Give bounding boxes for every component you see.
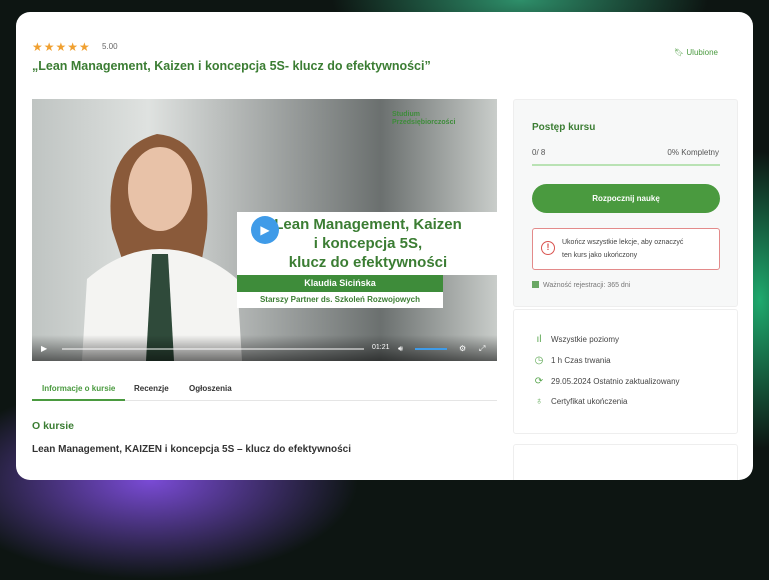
progress-bar xyxy=(532,164,720,166)
extra-panel xyxy=(513,444,738,480)
play-button[interactable]: ▶ xyxy=(251,216,279,244)
play-icon[interactable]: ▶ xyxy=(41,344,47,353)
clock-icon: ◷ xyxy=(534,355,544,366)
video-controls: ▶ 01:21 🔊︎ ⚙ ⤢ xyxy=(32,335,497,361)
tab-course-info[interactable]: Informacje o kursie xyxy=(32,384,126,401)
presenter-image xyxy=(82,134,242,361)
settings-icon[interactable]: ⚙ xyxy=(459,344,466,353)
registration-validity: Ważność rejestracji: 365 dni xyxy=(532,281,630,289)
progress-panel: Postęp kursu 0/ 8 0% Kompletny Rozpoczni… xyxy=(513,99,738,307)
meta-certificate: ♁ Certyfikat ukończenia xyxy=(532,396,627,407)
about-text: Lean Management, KAIZEN i koncepcja 5S –… xyxy=(32,444,351,455)
video-time: 01:21 xyxy=(372,344,390,351)
completion-warning: ! Ukończ wszystkie lekcje, aby oznaczyć t… xyxy=(532,228,720,270)
course-card: ★★★★★ 5.00 „Lean Management, Kaizen i ko… xyxy=(16,12,753,480)
rating-value: 5.00 xyxy=(102,42,118,51)
bookmark-icon: 🔖︎ xyxy=(674,48,687,57)
about-heading: O kursie xyxy=(32,420,75,432)
meta-level: ıl Wszystkie poziomy xyxy=(532,334,620,345)
meta-updated: ⟳ 29.05.2024 Ostatnio zaktualizowany xyxy=(532,376,680,387)
presenter-name: Klaudia Sicińska xyxy=(237,275,443,292)
video-player[interactable]: Studium Przedsiębiorczości Lean Managemen… xyxy=(32,99,497,361)
course-tabs: Informacje o kursie Recenzje Ogłoszenia xyxy=(32,380,497,401)
tab-reviews[interactable]: Recenzje xyxy=(134,384,169,393)
course-meta-panel: ıl Wszystkie poziomy ◷ 1 h Czas trwania ⟳ 2… xyxy=(513,309,738,434)
meta-duration: ◷ 1 h Czas trwania xyxy=(532,355,611,366)
rating-stars: ★★★★★ xyxy=(32,40,91,54)
tab-announcements[interactable]: Ogłoszenia xyxy=(189,384,232,393)
volume-icon[interactable]: 🔊︎ xyxy=(398,344,403,354)
favorite-button[interactable]: 🔖︎ Ulubione xyxy=(674,48,718,57)
refresh-icon: ⟳ xyxy=(534,376,544,387)
presenter-role: Starszy Partner ds. Szkoleń Rozwojowych xyxy=(237,292,443,308)
certificate-icon: ♁ xyxy=(535,396,543,407)
alert-icon: ! xyxy=(541,241,555,255)
lesson-count: 0/ 8 xyxy=(532,148,546,157)
video-logo: Studium Przedsiębiorczości xyxy=(392,111,456,126)
seek-bar[interactable] xyxy=(62,348,364,350)
course-title: „Lean Management, Kaizen i koncepcja 5S-… xyxy=(32,59,431,73)
volume-slider[interactable] xyxy=(415,348,447,350)
calendar-icon xyxy=(532,281,539,288)
start-learning-button[interactable]: Rozpocznij naukę xyxy=(532,184,720,213)
bar-chart-icon: ıl xyxy=(536,334,542,345)
progress-heading: Postęp kursu xyxy=(532,122,596,133)
fullscreen-icon[interactable]: ⤢ xyxy=(479,344,485,354)
progress-percent: 0% Kompletny xyxy=(667,148,719,157)
